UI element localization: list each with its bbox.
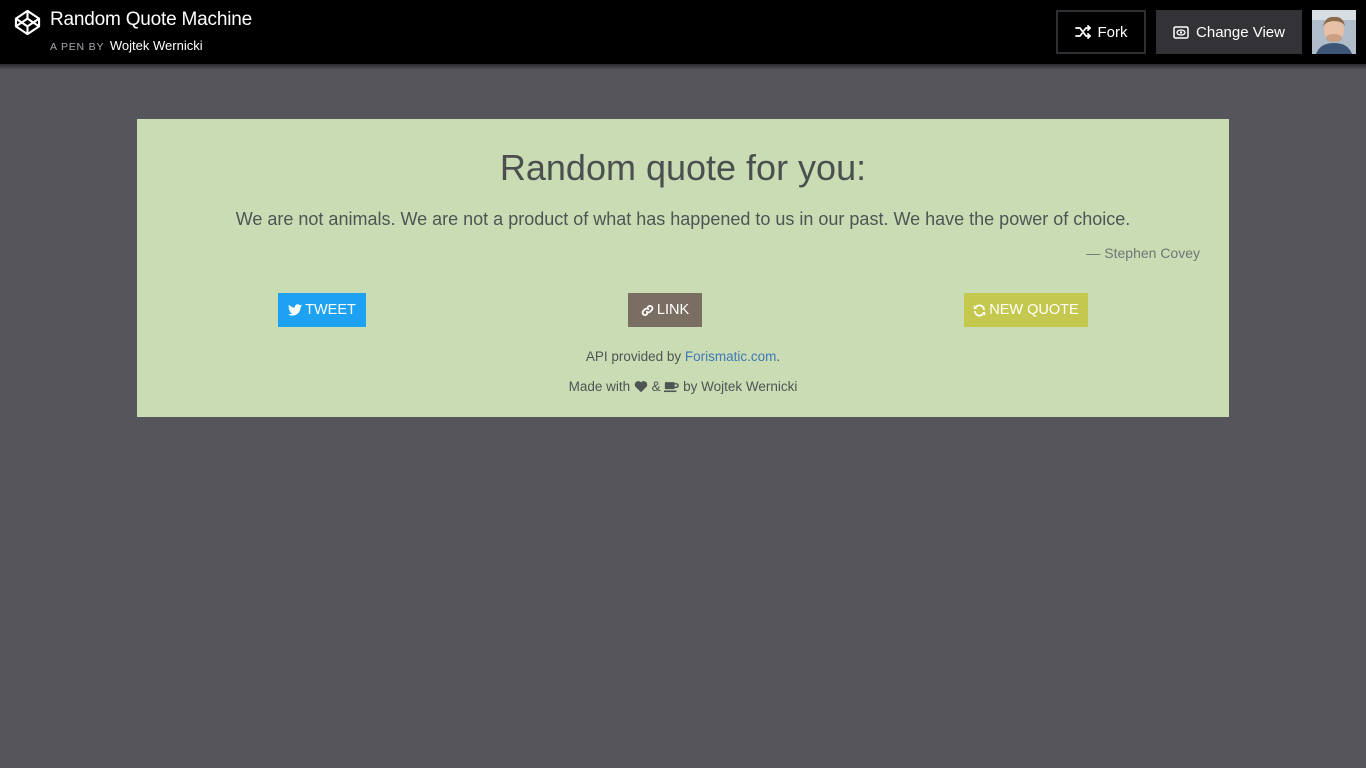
eye-icon: [1173, 25, 1189, 39]
link-icon: [641, 304, 654, 316]
top-bar-shadow: [0, 64, 1366, 70]
coffee-icon: [664, 382, 680, 393]
quote-author: — Stephen Covey: [1086, 245, 1200, 261]
twitter-icon: [288, 304, 303, 316]
new-quote-button[interactable]: NEW QUOTE: [964, 293, 1088, 327]
quote-card: Random quote for you: We are not animals…: [137, 119, 1229, 417]
app-title: Random Quote Machine: [50, 9, 252, 30]
made-and: &: [647, 379, 665, 394]
forismatic-link[interactable]: Forismatic.com: [685, 349, 777, 364]
api-credit: API provided by Forismatic.com.: [137, 349, 1229, 364]
link-button[interactable]: LINK: [628, 293, 702, 327]
fork-label: Fork: [1097, 23, 1128, 41]
author-link[interactable]: Wojtek Wernicki: [110, 38, 203, 53]
api-prefix: API provided by: [585, 349, 685, 364]
refresh-icon: [974, 303, 986, 317]
card-title: Random quote for you:: [499, 147, 867, 188]
top-bar: Random Quote Machine A PEN BY Wojtek Wer…: [0, 0, 1366, 64]
made-suffix: by Wojtek Wernicki: [679, 379, 798, 394]
heart-icon: [634, 381, 648, 393]
quote-text: We are not animals. We are not a product…: [235, 209, 1131, 229]
link-label: LINK: [656, 302, 690, 318]
change-view-label: Change View: [1196, 23, 1285, 41]
tweet-label: TWEET: [305, 302, 356, 318]
made-with-credit: Made with & by Wojtek Wernicki: [137, 379, 1229, 394]
avatar-image: [1312, 10, 1356, 54]
user-avatar[interactable]: [1312, 10, 1356, 54]
fork-button[interactable]: Fork: [1056, 10, 1146, 54]
change-view-button[interactable]: Change View: [1156, 10, 1302, 54]
api-suffix: .: [776, 349, 781, 364]
byline: A PEN BY Wojtek Wernicki: [50, 38, 203, 53]
pen-by-label: A PEN BY: [50, 41, 105, 53]
made-prefix: Made with: [568, 379, 634, 394]
tweet-button[interactable]: TWEET: [278, 293, 366, 327]
new-quote-label: NEW QUOTE: [989, 302, 1079, 318]
codepen-logo-icon[interactable]: [14, 9, 41, 36]
fork-icon: [1074, 25, 1091, 39]
